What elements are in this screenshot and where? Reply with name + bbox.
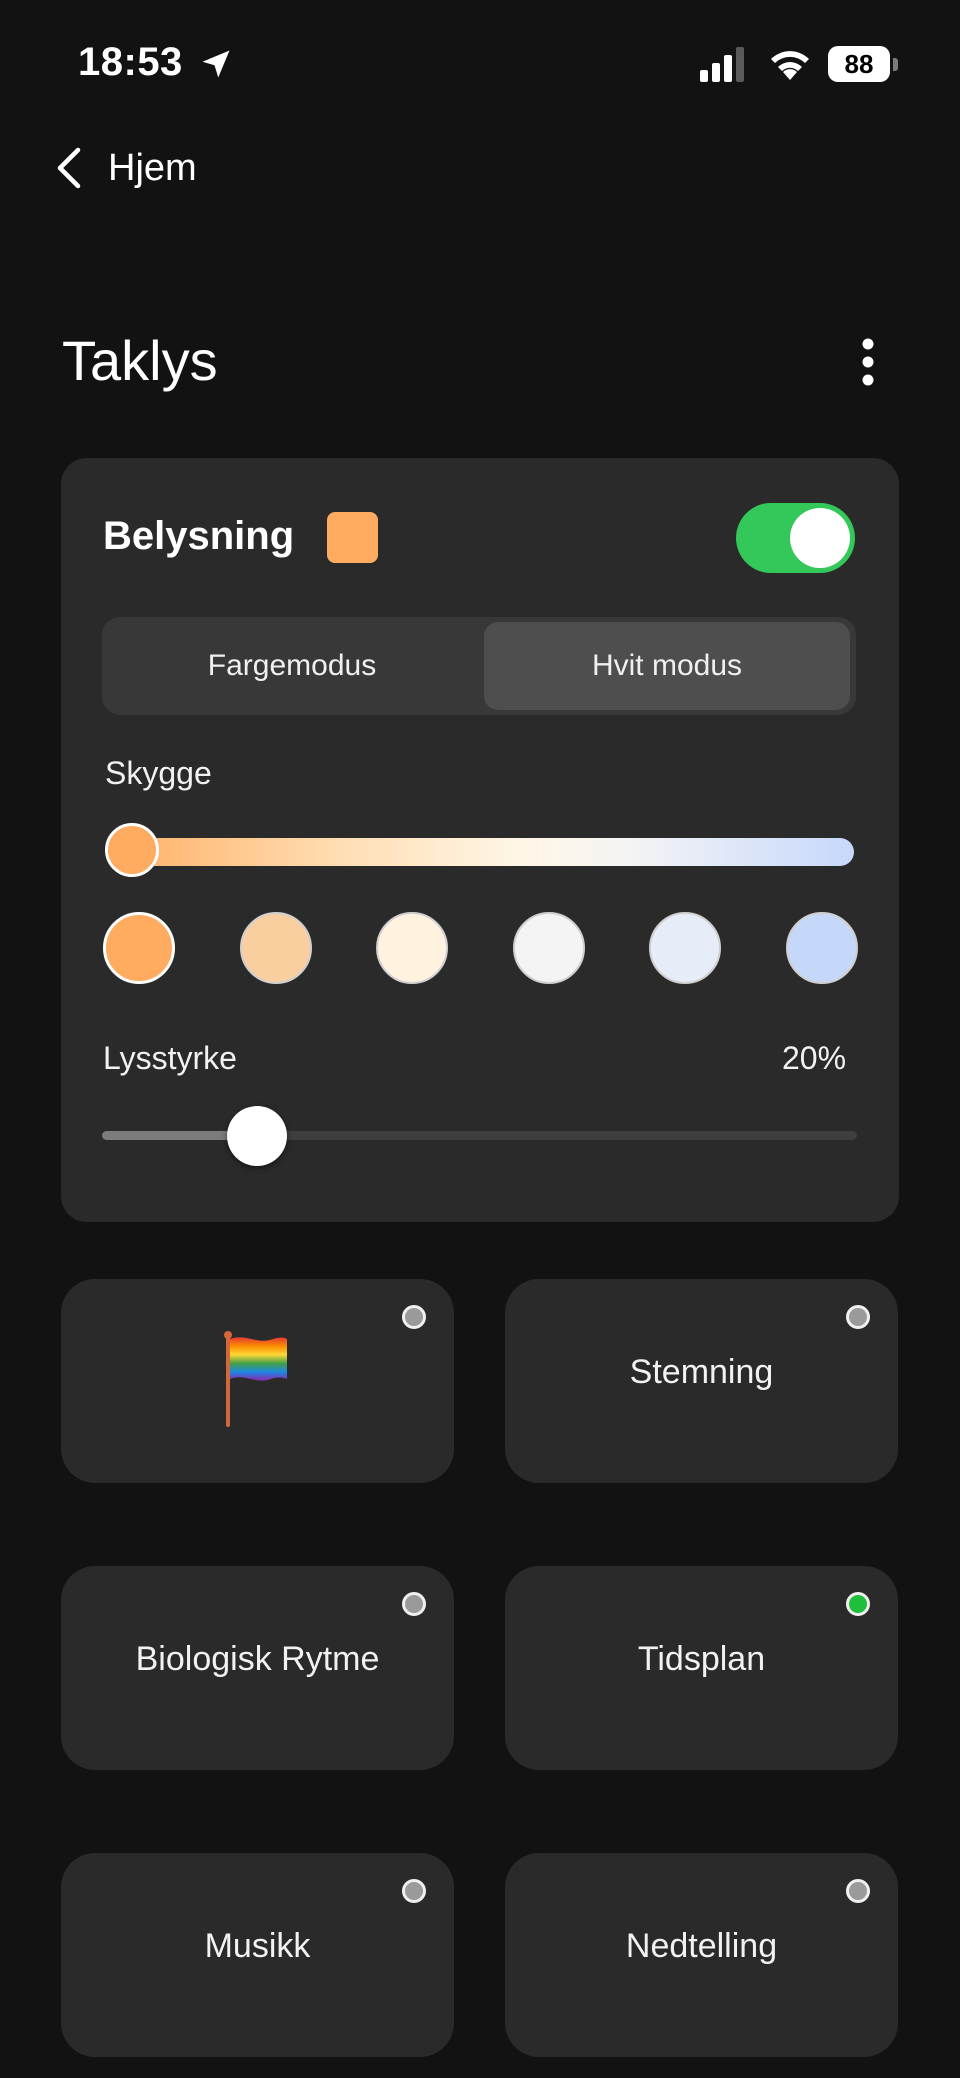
location-arrow-icon [202, 50, 230, 78]
page-title: Taklys [62, 329, 218, 392]
tile-music[interactable]: Musikk [61, 1853, 454, 2057]
brightness-slider-thumb[interactable] [226, 1106, 287, 1166]
shade-slider-thumb[interactable] [105, 823, 159, 877]
tile-mood[interactable]: Stemning [505, 1279, 898, 1483]
mode-segmented-control: Fargemodus Hvit modus [102, 617, 856, 715]
shade-swatch[interactable] [786, 912, 858, 984]
shade-swatch[interactable] [240, 912, 312, 984]
tile-label: Stemning [629, 1353, 774, 1391]
status-time: 18:53 [78, 40, 183, 84]
shade-swatch[interactable] [513, 912, 585, 984]
tile-status-dot [402, 1592, 426, 1616]
shade-swatch[interactable] [649, 912, 721, 984]
brightness-label: Lysstyrke [103, 1040, 237, 1076]
tile-countdown[interactable]: Nedtelling [505, 1853, 898, 2057]
tile-label: Nedtelling [625, 1927, 778, 1965]
shade-swatch[interactable] [103, 912, 175, 984]
tile-status-dot [846, 1592, 870, 1616]
chevron-left-icon [57, 147, 81, 189]
back-button[interactable]: Hjem [50, 140, 197, 196]
current-color-chip[interactable] [327, 512, 378, 563]
tile-status-dot [846, 1879, 870, 1903]
power-toggle[interactable] [736, 503, 855, 573]
back-label: Hjem [108, 146, 197, 189]
brightness-value: 20% [782, 1040, 847, 1076]
color-mode-tab[interactable]: Fargemodus [107, 622, 477, 710]
lighting-title: Belysning [103, 514, 295, 558]
tile-schedule[interactable]: Tidsplan [505, 1566, 898, 1770]
tile-label: Biologisk Rytme [135, 1640, 380, 1678]
tile-status-dot [846, 1305, 870, 1329]
shade-swatch[interactable] [376, 912, 448, 984]
tile-status-dot [402, 1879, 426, 1903]
wifi-icon [771, 51, 809, 80]
battery-indicator: 88 [828, 46, 898, 82]
tile-label: Musikk [204, 1927, 311, 1965]
tile-rainbow[interactable] [61, 1279, 454, 1483]
tile-status-dot [402, 1305, 426, 1329]
tile-biological-rhythm[interactable]: Biologisk Rytme [61, 1566, 454, 1770]
white-mode-tab[interactable]: Hvit modus [484, 622, 850, 710]
shade-label: Skygge [105, 755, 212, 791]
cellular-signal-icon [700, 47, 744, 82]
more-options-icon[interactable] [848, 336, 888, 388]
battery-level: 88 [844, 49, 874, 79]
shade-slider-track[interactable] [107, 838, 854, 866]
toggle-knob [790, 508, 850, 568]
brightness-slider-track[interactable] [102, 1131, 857, 1140]
rainbow-flag-icon [224, 1331, 287, 1427]
tile-label: Tidsplan [637, 1640, 766, 1678]
